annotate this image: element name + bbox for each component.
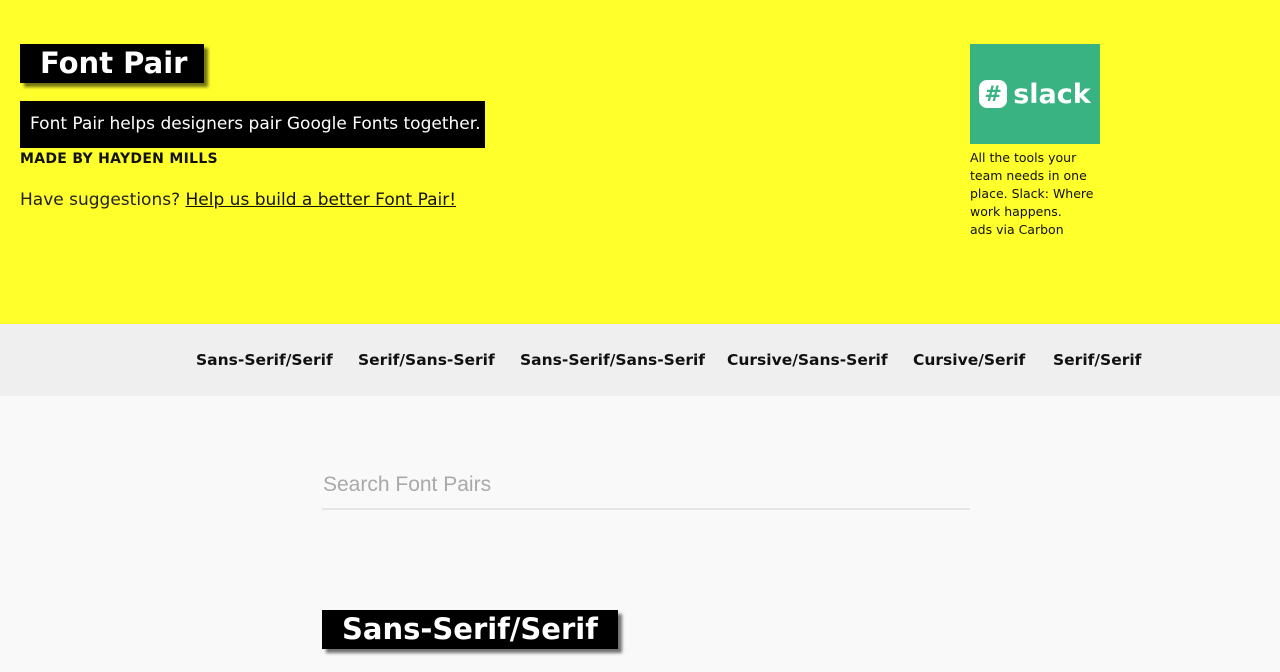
suggestions-link[interactable]: Help us build a better Font Pair! — [186, 190, 457, 210]
ad-brand-name: slack — [1013, 78, 1091, 110]
section-heading: Sans-Serif/Serif — [322, 610, 618, 649]
slack-logo-icon: # — [979, 80, 1008, 108]
ad-via-link[interactable]: ads via Carbon — [970, 221, 1100, 239]
category-nav: Sans-Serif/Serif Serif/Sans-Serif Sans-S… — [0, 324, 1280, 396]
carbon-ad: # slack All the tools your team needs in… — [970, 44, 1100, 239]
nav-item-serif-serif[interactable]: Serif/Serif — [1053, 324, 1141, 396]
hero-header: Font Pair Font Pair helps designers pair… — [0, 0, 1280, 324]
nav-item-sans-serif-sans-serif[interactable]: Sans-Serif/Sans-Serif — [520, 324, 705, 396]
ad-text[interactable]: All the tools your team needs in one pla… — [970, 149, 1100, 221]
nav-item-cursive-sans-serif[interactable]: Cursive/Sans-Serif — [727, 324, 888, 396]
site-tagline: Font Pair helps designers pair Google Fo… — [20, 101, 485, 148]
search-input[interactable] — [322, 462, 970, 510]
ad-image[interactable]: # slack — [970, 44, 1100, 144]
suggestions-line: Have suggestions? Help us build a better… — [20, 190, 456, 210]
site-title[interactable]: Font Pair — [20, 44, 204, 83]
suggestions-text: Have suggestions? — [20, 190, 181, 210]
author-credit: MADE BY HAYDEN MILLS — [20, 151, 218, 167]
nav-item-sans-serif-serif[interactable]: Sans-Serif/Serif — [196, 324, 333, 396]
nav-item-serif-sans-serif[interactable]: Serif/Sans-Serif — [358, 324, 495, 396]
nav-item-cursive-serif[interactable]: Cursive/Serif — [913, 324, 1025, 396]
